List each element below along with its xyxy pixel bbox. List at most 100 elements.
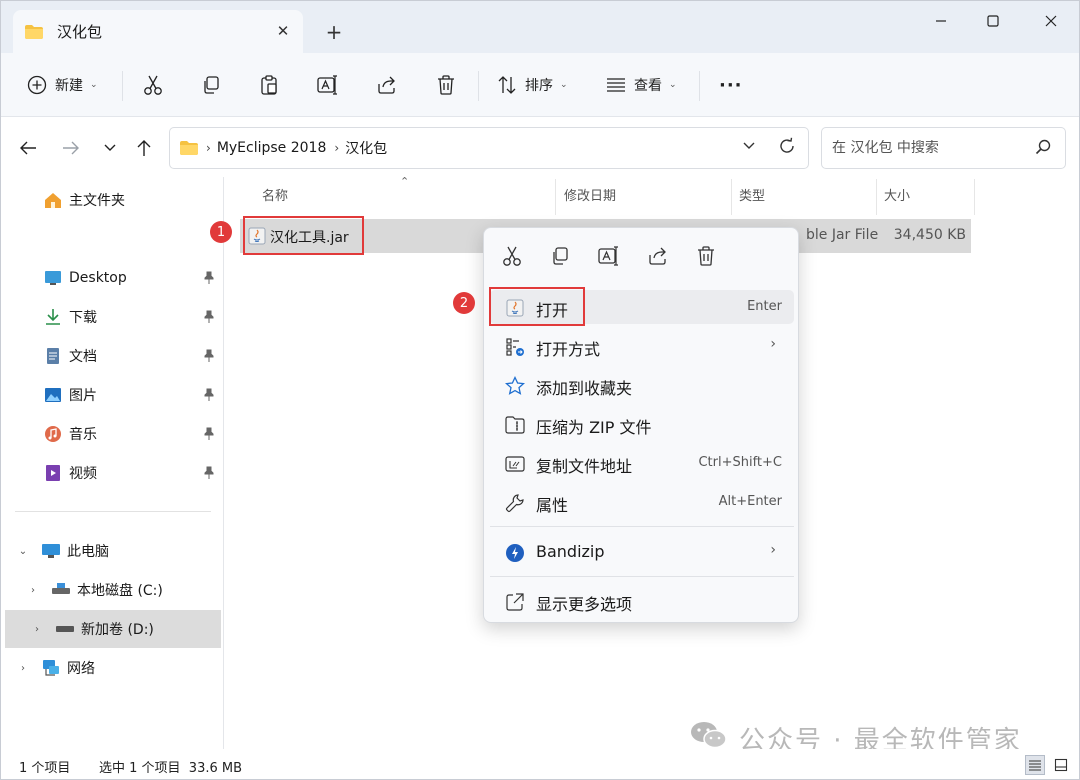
open-with-icon bbox=[504, 336, 526, 358]
sidebar-item-pictures[interactable]: 图片 bbox=[1, 376, 223, 414]
pin-icon[interactable] bbox=[203, 388, 215, 406]
menu-item-bandizip[interactable]: Bandizip › bbox=[490, 535, 794, 569]
expand-chevron-icon[interactable]: › bbox=[15, 663, 31, 674]
sidebar-item-network[interactable]: › 网络 bbox=[1, 649, 223, 687]
sidebar-divider bbox=[15, 511, 211, 512]
share-button[interactable] bbox=[376, 69, 398, 101]
rename-icon[interactable] bbox=[597, 244, 621, 268]
chevron-down-icon: ⌄ bbox=[90, 80, 98, 90]
sidebar-item-this-pc[interactable]: ⌄ 此电脑 bbox=[1, 532, 223, 570]
sidebar-item-home[interactable]: 主文件夹 bbox=[1, 181, 223, 219]
column-divider[interactable] bbox=[731, 179, 732, 215]
sort-icon bbox=[498, 76, 516, 94]
maximize-icon[interactable] bbox=[973, 7, 1013, 35]
copy-icon[interactable] bbox=[548, 244, 572, 268]
recent-chevron-down-icon[interactable] bbox=[97, 135, 123, 161]
sidebar-item-downloads[interactable]: 下载 bbox=[1, 298, 223, 336]
trash-icon[interactable] bbox=[694, 244, 718, 268]
sort-label: 排序 bbox=[525, 78, 553, 94]
minimize-icon[interactable] bbox=[921, 7, 961, 35]
copy-button[interactable] bbox=[201, 69, 221, 101]
pin-icon[interactable] bbox=[203, 466, 215, 484]
sidebar-item-videos[interactable]: 视频 bbox=[1, 454, 223, 492]
download-icon bbox=[43, 307, 63, 327]
sidebar-item-documents[interactable]: 文档 bbox=[1, 337, 223, 375]
more-options-button[interactable]: ··· bbox=[719, 69, 743, 101]
delete-button[interactable] bbox=[436, 69, 456, 101]
column-divider[interactable] bbox=[974, 179, 975, 215]
column-divider[interactable] bbox=[555, 179, 556, 215]
sidebar-item-music[interactable]: 音乐 bbox=[1, 415, 223, 453]
folder-icon bbox=[25, 24, 43, 39]
close-window-icon[interactable] bbox=[1031, 7, 1071, 35]
search-icon[interactable] bbox=[1035, 139, 1051, 159]
drive-c-icon bbox=[51, 580, 71, 600]
submenu-chevron-icon: › bbox=[770, 336, 776, 352]
expand-chevron-icon[interactable]: › bbox=[25, 585, 41, 596]
menu-item-compress-zip[interactable]: 压缩为 ZIP 文件 bbox=[490, 407, 794, 441]
tab-hanhuabao[interactable]: 汉化包 ✕ bbox=[13, 10, 303, 53]
expand-chevron-icon[interactable]: › bbox=[29, 624, 45, 635]
column-divider[interactable] bbox=[876, 179, 877, 215]
menu-item-copy-path[interactable]: 复制文件地址 Ctrl+Shift+C bbox=[490, 446, 794, 480]
copy-path-icon bbox=[504, 453, 526, 475]
search-input[interactable] bbox=[832, 140, 1022, 156]
share-icon[interactable] bbox=[646, 244, 670, 268]
selection-info: 选中 1 个项目 33.6 MB bbox=[99, 761, 243, 776]
context-menu-quick-actions bbox=[484, 228, 798, 282]
menu-item-add-favorites[interactable]: 添加到收藏夹 bbox=[490, 368, 794, 402]
chevron-down-icon: ⌄ bbox=[669, 80, 677, 90]
breadcrumb-chevron-icon: › bbox=[206, 141, 211, 155]
forward-arrow-icon[interactable] bbox=[58, 135, 84, 161]
cut-button[interactable] bbox=[143, 69, 163, 101]
refresh-icon[interactable] bbox=[778, 137, 796, 159]
sidebar-item-drive-d[interactable]: › 新加卷 (D:) bbox=[5, 610, 221, 648]
sidebar-item-desktop[interactable]: Desktop bbox=[1, 259, 223, 297]
sidebar-item-label: 图片 bbox=[69, 388, 97, 404]
breadcrumb-hanhuabao[interactable]: 汉化包 bbox=[345, 138, 387, 158]
star-icon bbox=[504, 375, 526, 397]
search-box[interactable] bbox=[821, 127, 1066, 169]
plus-circle-icon bbox=[27, 75, 47, 95]
sidebar-item-label: 此电脑 bbox=[67, 544, 109, 560]
paste-button[interactable] bbox=[259, 69, 279, 101]
menu-item-label: 复制文件地址 bbox=[536, 457, 633, 476]
sidebar-item-drive-c[interactable]: › 本地磁盘 (C:) bbox=[1, 571, 223, 609]
menu-item-show-more[interactable]: 显示更多选项 bbox=[490, 584, 794, 618]
column-header-name[interactable]: 名称 bbox=[262, 185, 288, 204]
highlight-box-open bbox=[489, 287, 585, 326]
divider bbox=[122, 71, 123, 101]
column-header-size[interactable]: 大小 bbox=[884, 185, 910, 204]
up-arrow-icon[interactable] bbox=[131, 135, 157, 161]
video-icon bbox=[43, 463, 63, 483]
column-header-type[interactable]: 类型 bbox=[739, 185, 765, 204]
address-history-chevron-icon[interactable] bbox=[742, 139, 756, 155]
details-view-icon[interactable] bbox=[1025, 755, 1045, 775]
view-label: 查看 bbox=[634, 78, 662, 94]
new-button[interactable]: 新建 ⌄ bbox=[27, 69, 98, 101]
pin-icon[interactable] bbox=[203, 310, 215, 328]
view-button[interactable]: 查看 ⌄ bbox=[606, 69, 677, 101]
pin-icon[interactable] bbox=[203, 427, 215, 445]
sidebar-item-label: 网络 bbox=[67, 661, 95, 677]
menu-item-open-with[interactable]: 打开方式 › bbox=[490, 329, 794, 363]
navigation-pane: 主文件夹 Desktop 下载 文档 图片 音乐 视频 ⌄ 此电脑 › 本地磁盘… bbox=[1, 177, 223, 749]
address-bar[interactable]: › MyEclipse 2018 › 汉化包 bbox=[169, 127, 809, 169]
pin-icon[interactable] bbox=[203, 349, 215, 367]
menu-item-properties[interactable]: 属性 Alt+Enter bbox=[490, 485, 794, 519]
sidebar-item-label: 主文件夹 bbox=[69, 193, 125, 209]
menu-item-label: 显示更多选项 bbox=[536, 595, 633, 614]
scissors-icon[interactable] bbox=[500, 244, 524, 268]
clipboard-icon bbox=[261, 75, 277, 95]
step-badge-2: 2 bbox=[453, 292, 475, 314]
back-arrow-icon[interactable] bbox=[15, 135, 41, 161]
sort-button[interactable]: 排序 ⌄ bbox=[497, 69, 568, 101]
pin-icon[interactable] bbox=[203, 271, 215, 289]
expand-chevron-icon[interactable]: ⌄ bbox=[15, 546, 31, 557]
close-tab-icon[interactable]: ✕ bbox=[273, 21, 293, 41]
new-tab-icon[interactable]: + bbox=[319, 17, 349, 47]
breadcrumb-myeclipse[interactable]: MyEclipse 2018 bbox=[217, 140, 327, 156]
rename-button[interactable] bbox=[317, 69, 339, 101]
column-header-modified[interactable]: 修改日期 bbox=[564, 185, 616, 204]
tiles-view-icon[interactable] bbox=[1051, 755, 1071, 775]
